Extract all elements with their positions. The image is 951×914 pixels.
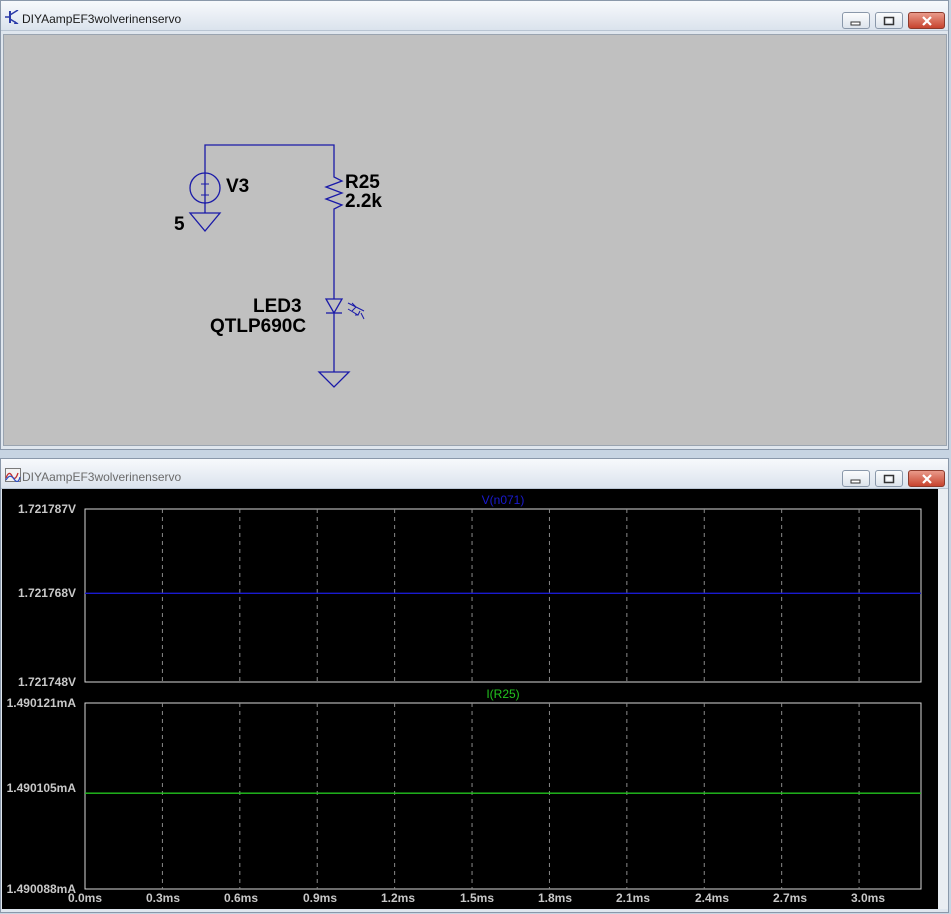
x-tick-label: 0.0ms: [68, 891, 102, 905]
wire-top: [204, 144, 335, 204]
x-tick-label: 1.2ms: [381, 891, 415, 905]
waveform-side-strip: [938, 489, 948, 909]
waveform-icon: [5, 468, 21, 482]
y-tick-label: 1.721768V: [18, 586, 76, 600]
schematic-canvas[interactable]: V3 5 R25 2.2k LED3 QTLP690C: [3, 34, 947, 446]
v3-value: 5: [174, 214, 185, 235]
led3-label: LED3: [253, 296, 302, 317]
y-tick-label: 1.490121mA: [7, 696, 77, 710]
schematic-title: DIYAampEF3wolverinenservo: [22, 12, 182, 26]
x-tick-label: 1.5ms: [460, 891, 494, 905]
maximize-icon: [883, 16, 895, 25]
top-trace-label[interactable]: V(n071): [482, 493, 525, 507]
ground-icon-led: [317, 371, 351, 388]
x-tick-label: 2.7ms: [773, 891, 807, 905]
y-tick-label: 1.721748V: [18, 675, 76, 689]
bottom-trace-label[interactable]: I(R25): [486, 687, 519, 701]
ground-icon-v3: [188, 212, 222, 233]
x-tick-label: 2.4ms: [695, 891, 729, 905]
x-tick-label: 1.8ms: [538, 891, 572, 905]
maximize-button[interactable]: [875, 470, 903, 487]
y-tick-label: 1.490088mA: [7, 882, 77, 896]
minimize-icon: [850, 479, 861, 483]
minimize-button[interactable]: [842, 12, 870, 29]
schematic-window: DIYAampEF3wolverinenservo V3 5 R25 2.2k …: [0, 0, 949, 450]
x-tick-label: 2.1ms: [616, 891, 650, 905]
minimize-button[interactable]: [842, 470, 870, 487]
maximize-icon: [883, 474, 895, 483]
x-tick-label: 0.9ms: [303, 891, 337, 905]
waveform-window: DIYAampEF3wolverinenservo V(n071) I(R25)…: [0, 458, 949, 913]
close-icon: [921, 473, 932, 484]
x-tick-label: 0.6ms: [224, 891, 258, 905]
waveform-title: DIYAampEF3wolverinenservo: [22, 470, 182, 484]
x-tick-label: 0.3ms: [146, 891, 180, 905]
waveform-plot-area[interactable]: V(n071) I(R25) 1.721787V 1.721768V 1.721…: [2, 489, 938, 909]
bottom-pane-frame: [84, 702, 922, 890]
led-symbol: [324, 298, 365, 320]
v3-label: V3: [226, 176, 249, 197]
r25-value: 2.2k: [345, 191, 382, 212]
transistor-icon: [5, 10, 19, 24]
r25-label: R25: [345, 172, 380, 193]
x-tick-label: 3.0ms: [851, 891, 885, 905]
close-button[interactable]: [908, 470, 945, 487]
schematic-titlebar[interactable]: DIYAampEF3wolverinenservo: [1, 1, 948, 31]
schematic-drawing: V3 5 R25 2.2k LED3 QTLP690C: [174, 144, 382, 388]
waveform-chart: V(n071) I(R25) 1.721787V 1.721768V 1.721…: [7, 493, 922, 905]
minimize-icon: [850, 21, 861, 25]
close-icon: [921, 15, 932, 26]
top-pane-frame: [84, 508, 922, 683]
led3-model: QTLP690C: [210, 316, 306, 337]
resistor-symbol: [324, 171, 344, 213]
y-tick-label: 1.490105mA: [7, 781, 77, 795]
maximize-button[interactable]: [875, 12, 903, 29]
waveform-titlebar[interactable]: DIYAampEF3wolverinenservo: [1, 459, 948, 489]
y-tick-label: 1.721787V: [18, 502, 76, 516]
close-button[interactable]: [908, 12, 945, 29]
